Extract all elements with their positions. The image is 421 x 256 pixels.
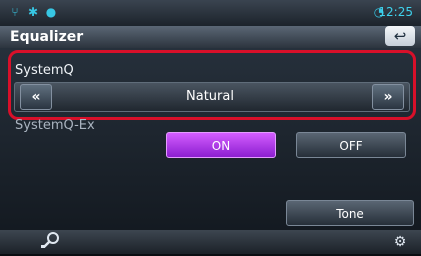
chevron-left-icon: «	[31, 89, 41, 105]
systemq-ex-label: SystemQ-Ex	[15, 118, 95, 133]
systemq-value: Natural	[186, 89, 234, 104]
back-arrow-icon: ↩	[393, 27, 407, 45]
systemq-next-button[interactable]: »	[372, 84, 404, 110]
status-time: 12:25	[378, 5, 413, 19]
status-bar	[0, 0, 421, 26]
search-graph-icon[interactable]	[34, 231, 68, 253]
back-button[interactable]: ↩	[385, 26, 415, 46]
page-title: Equalizer	[10, 29, 84, 45]
systemq-prev-button[interactable]: «	[20, 84, 52, 110]
gear-icon[interactable]: ⚙	[383, 231, 417, 253]
systemq-label: SystemQ	[15, 63, 74, 78]
systemq-ex-off-button[interactable]: OFF	[296, 132, 406, 158]
record-icon: ●	[45, 5, 57, 19]
usb-icon: ⑂	[11, 5, 19, 19]
bluetooth-icon: ✱	[27, 5, 39, 19]
systemq-ex-on-button[interactable]: ON	[166, 132, 276, 158]
chevron-right-icon: »	[383, 89, 393, 105]
search-graph-glyph	[41, 232, 59, 248]
tone-button[interactable]: Tone	[286, 200, 414, 226]
